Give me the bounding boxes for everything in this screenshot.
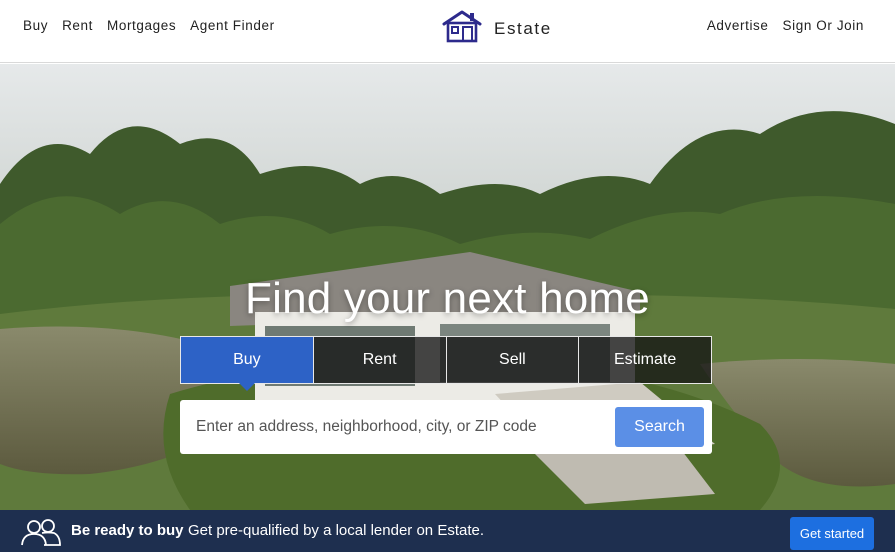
get-started-button[interactable]: Get started — [790, 517, 874, 550]
prequalify-banner: Be ready to buy Get pre-qualified by a l… — [0, 510, 895, 552]
hero-title: Find your next home — [245, 274, 650, 323]
users-icon — [20, 518, 62, 551]
brand-logo[interactable]: Estate — [442, 9, 552, 48]
nav-left-links: Buy Rent Mortgages Agent Finder — [23, 18, 275, 33]
nav-link-agent-finder[interactable]: Agent Finder — [190, 18, 275, 33]
banner-message: Get pre-qualified by a local lender on E… — [188, 522, 485, 539]
nav-link-advertise[interactable]: Advertise — [707, 18, 769, 33]
brand-name: Estate — [494, 18, 552, 38]
search-input[interactable] — [196, 414, 616, 440]
tab-estimate[interactable]: Estimate — [579, 337, 711, 383]
tab-sell[interactable]: Sell — [446, 337, 580, 383]
nav-link-rent[interactable]: Rent — [62, 18, 93, 33]
top-navigation: Buy Rent Mortgages Agent Finder Estate A… — [0, 0, 895, 63]
banner-heading: Be ready to buy — [71, 522, 184, 539]
tab-rent[interactable]: Rent — [313, 337, 447, 383]
nav-link-sign-in[interactable]: Sign Or Join — [783, 18, 864, 33]
house-icon — [442, 9, 482, 48]
tab-buy[interactable]: Buy — [181, 337, 314, 391]
search-bar: Search — [180, 400, 712, 454]
nav-link-mortgages[interactable]: Mortgages — [107, 18, 176, 33]
search-button[interactable]: Search — [615, 407, 704, 447]
nav-link-buy[interactable]: Buy — [23, 18, 48, 33]
nav-right-links: Advertise Sign Or Join — [707, 18, 864, 33]
search-mode-tabs: Buy Rent Sell Estimate — [180, 336, 712, 391]
hero-section: Find your next home Buy Rent Sell Estima… — [0, 64, 895, 510]
